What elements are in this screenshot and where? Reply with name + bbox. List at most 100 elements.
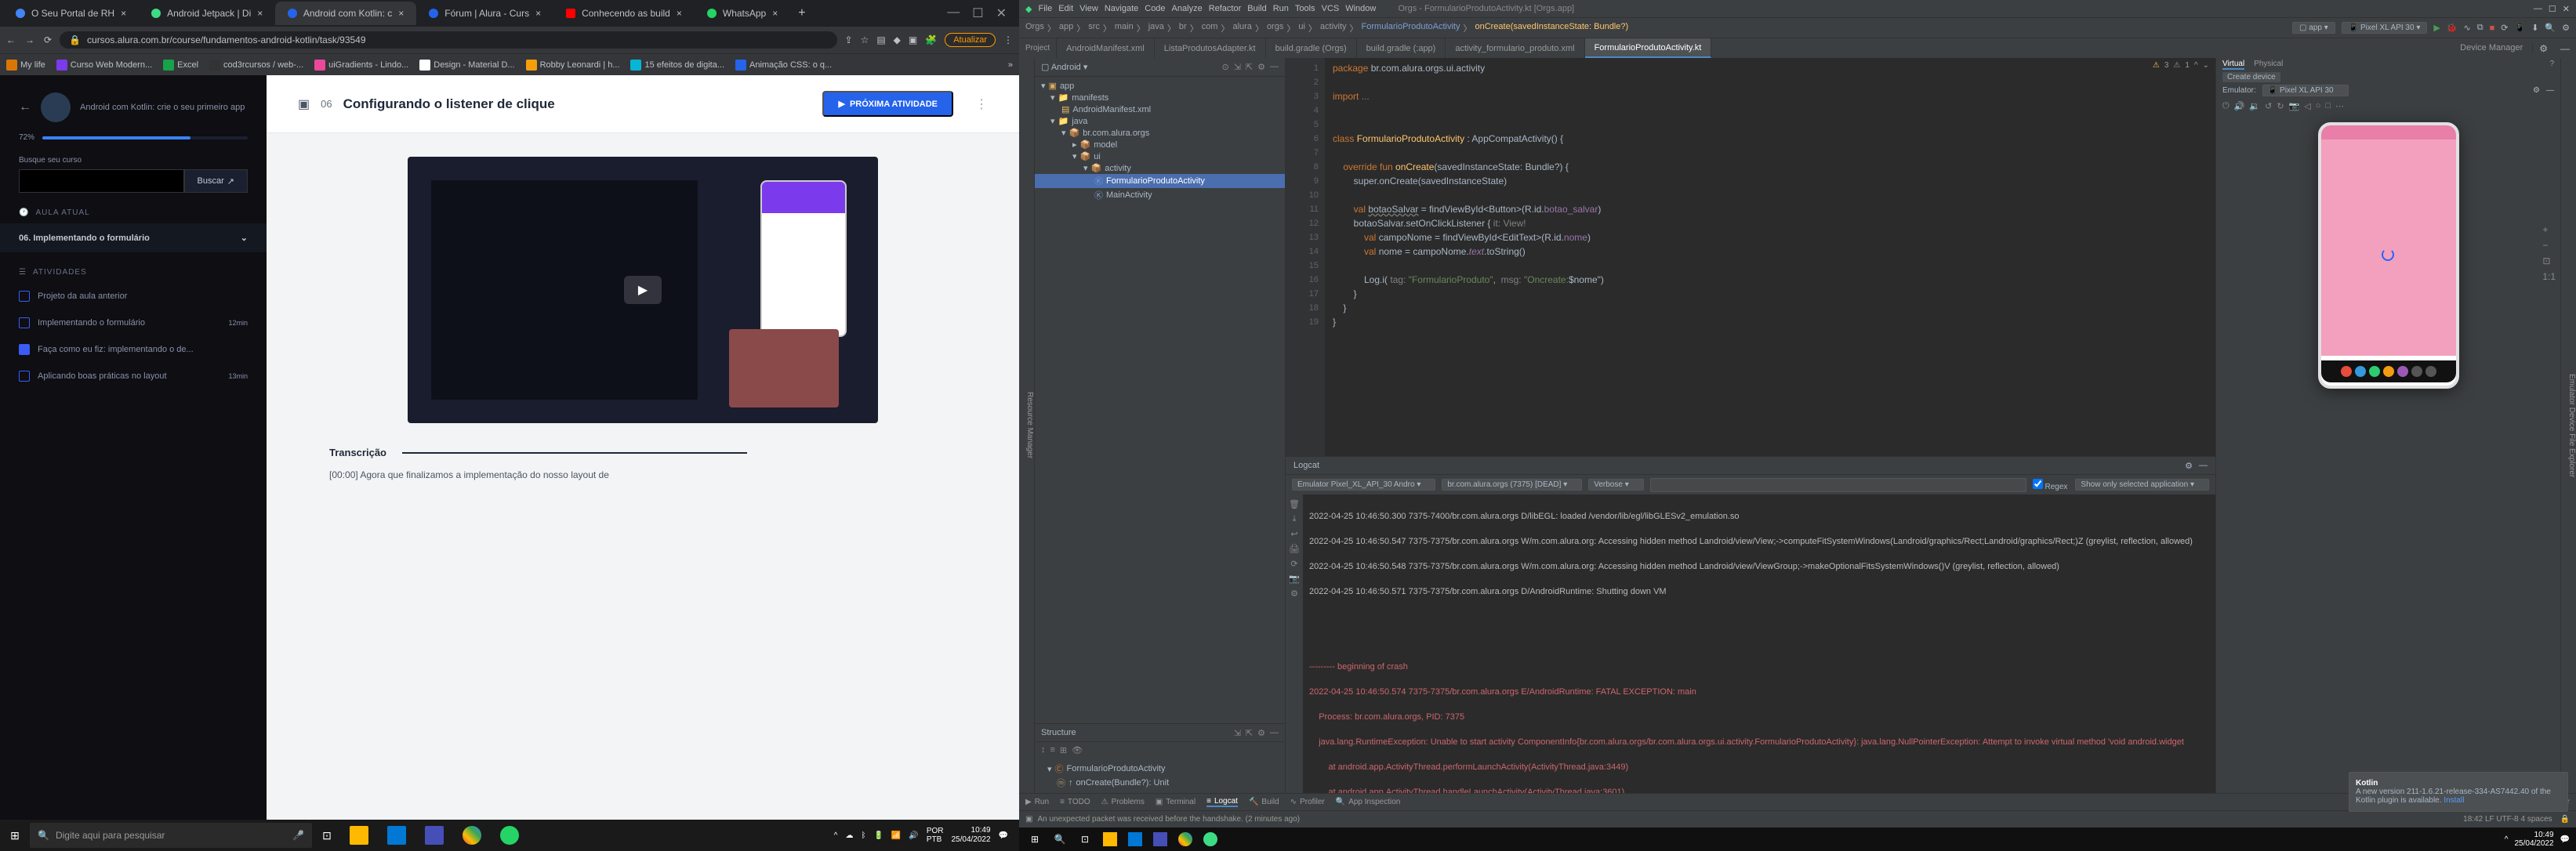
- run-icon[interactable]: ▶: [2433, 23, 2440, 33]
- browser-tab[interactable]: Fórum | Alura - Curs×: [416, 2, 553, 25]
- editor-tab-active[interactable]: FormularioProdutoActivity.kt: [1585, 38, 1712, 58]
- structure-class[interactable]: ▾ Ⓒ FormularioProdutoActivity: [1041, 762, 1279, 776]
- wifi-icon[interactable]: 📶: [891, 831, 901, 840]
- settings-icon[interactable]: ⚙: [1290, 588, 1298, 599]
- editor-tab[interactable]: AndroidManifest.xml: [1057, 38, 1155, 58]
- tree-item[interactable]: ▾ 📁 manifests: [1035, 92, 1285, 103]
- terminal-tool-tab[interactable]: ▣Terminal: [1156, 798, 1195, 806]
- device-select[interactable]: 📱 Pixel XL API 30 ▾: [2342, 22, 2428, 34]
- browser-tab-active[interactable]: Android com Kotlin: c×: [275, 2, 416, 25]
- bookmark-item[interactable]: Excel: [163, 60, 198, 71]
- reload-icon[interactable]: ⟳: [44, 34, 52, 45]
- taskbar-app-teams[interactable]: [417, 820, 452, 851]
- collapse-icon[interactable]: ⇱: [1246, 62, 1253, 72]
- task-view-icon[interactable]: ⊡: [315, 824, 339, 847]
- tree-item[interactable]: ▾ 📦 ui: [1035, 150, 1285, 162]
- bookmark-item[interactable]: cod3rcursos / web-...: [209, 60, 303, 71]
- onedrive-icon[interactable]: ☁: [845, 831, 853, 840]
- menu-view[interactable]: View: [1079, 4, 1098, 13]
- tree-item[interactable]: ▾ 📦 activity: [1035, 162, 1285, 174]
- share-icon[interactable]: ⇪: [845, 34, 853, 45]
- maximize-icon[interactable]: ☐: [972, 5, 983, 21]
- volume-up-icon[interactable]: 🔊: [2234, 101, 2245, 111]
- notification-icon[interactable]: 💬: [2560, 835, 2570, 844]
- taskbar-app-explorer[interactable]: [1101, 830, 1119, 849]
- minimize-icon[interactable]: —: [2534, 4, 2542, 14]
- menu-window[interactable]: Window: [1345, 4, 1376, 13]
- level-filter-select[interactable]: Verbose ▾: [1588, 479, 1644, 491]
- screenshot-icon[interactable]: 📷: [2289, 101, 2300, 111]
- regex-checkbox[interactable]: Regex: [2033, 479, 2068, 491]
- tree-item-selected[interactable]: Ⓚ FormularioProdutoActivity: [1035, 174, 1285, 188]
- menu-tools[interactable]: Tools: [1295, 4, 1315, 13]
- sort-icon[interactable]: ↕: [1041, 745, 1046, 755]
- home-icon[interactable]: ○: [2316, 101, 2321, 111]
- video-player[interactable]: ▶: [408, 157, 878, 423]
- taskbar-app-outlook[interactable]: [1126, 830, 1145, 849]
- taskbar-app-outlook[interactable]: [379, 820, 414, 851]
- forward-icon[interactable]: →: [25, 34, 34, 45]
- zoom-actual-icon[interactable]: 1:1: [2542, 271, 2556, 282]
- reader-icon[interactable]: ▤: [876, 34, 885, 45]
- overview-icon[interactable]: □: [2325, 101, 2331, 111]
- filter-icon[interactable]: ≡: [1050, 745, 1055, 755]
- problems-tool-tab[interactable]: ⚠Problems: [1101, 798, 1145, 806]
- gear-icon[interactable]: ⚙: [1257, 728, 1265, 738]
- browser-tab[interactable]: WhatsApp×: [695, 2, 790, 25]
- logcat-output[interactable]: 2022-04-25 10:46:50.300 7375-7400/br.com…: [1303, 494, 2215, 793]
- current-lesson-item[interactable]: 06. Implementando o formulário⌄: [0, 223, 267, 252]
- virtual-tab[interactable]: Virtual: [2222, 60, 2244, 70]
- inspection-badge[interactable]: ⚠3 ⚠1 ^⌄: [2153, 61, 2209, 70]
- extension-icon[interactable]: ◆: [894, 34, 901, 45]
- device-manager-tab[interactable]: Device Manager: [2451, 43, 2533, 53]
- hide-icon[interactable]: —: [2199, 461, 2208, 470]
- hide-icon[interactable]: —: [2554, 43, 2576, 54]
- profile-icon[interactable]: ∿: [2464, 23, 2471, 33]
- power-icon[interactable]: ⏻: [2222, 101, 2230, 111]
- editor-tab[interactable]: ListaProdutosAdapter.kt: [1155, 38, 1266, 58]
- zoom-in-icon[interactable]: +: [2542, 224, 2556, 235]
- menu-build[interactable]: Build: [1247, 4, 1266, 13]
- taskbar-app-teams[interactable]: [1151, 830, 1170, 849]
- code-editor[interactable]: 12345678910111213141516171819 package pa…: [1286, 58, 2215, 456]
- browser-tab[interactable]: O Seu Portal de RH×: [3, 2, 139, 25]
- start-menu-icon[interactable]: ⊞: [3, 824, 27, 847]
- activity-item[interactable]: Projeto da aula anterior: [0, 283, 267, 310]
- update-button[interactable]: Atualizar: [945, 33, 996, 47]
- notification-icon[interactable]: 💬: [999, 831, 1008, 840]
- logcat-tool-tab[interactable]: ≡Logcat: [1206, 797, 1238, 807]
- tree-item[interactable]: ▾ 📁 java: [1035, 115, 1285, 127]
- volume-down-icon[interactable]: 🔉: [2249, 101, 2260, 111]
- build-tool-tab[interactable]: 🔨Build: [1249, 798, 1279, 806]
- close-icon[interactable]: ×: [677, 8, 682, 19]
- taskbar-app-chrome[interactable]: [1176, 830, 1195, 849]
- bluetooth-icon[interactable]: ᛒ: [861, 831, 865, 840]
- hide-icon[interactable]: —: [1270, 728, 1279, 738]
- project-tool-tab[interactable]: Project: [1019, 38, 1057, 58]
- taskbar-app-explorer[interactable]: [342, 820, 376, 851]
- show-icon[interactable]: 👁: [1072, 745, 1083, 755]
- task-view-icon[interactable]: ⊡: [1076, 830, 1094, 849]
- logcat-search-input[interactable]: [1650, 478, 2026, 492]
- screenshot-icon[interactable]: 📷: [1289, 574, 1300, 584]
- menu-edit[interactable]: Edit: [1058, 4, 1073, 13]
- tree-item[interactable]: Ⓚ MainActivity: [1035, 188, 1285, 202]
- extension-icon[interactable]: ▣: [909, 34, 917, 45]
- more-options-icon[interactable]: ⋮: [975, 96, 988, 112]
- browser-tab[interactable]: Android Jetpack | Di×: [139, 2, 275, 25]
- taskbar-clock[interactable]: 10:49 25/04/2022: [2514, 831, 2553, 848]
- start-menu-icon[interactable]: ⊞: [1025, 830, 1044, 849]
- activity-item[interactable]: Faça como eu fiz: implementando o de...: [0, 336, 267, 363]
- restart-icon[interactable]: ⟳: [1290, 559, 1297, 569]
- lock-icon[interactable]: 🔒: [2560, 815, 2570, 824]
- device-filter-select[interactable]: Emulator Pixel_XL_API_30 Andro ▾: [1292, 479, 1435, 491]
- tree-item[interactable]: ▤ AndroidManifest.xml: [1035, 103, 1285, 115]
- volume-icon[interactable]: 🔊: [909, 831, 918, 840]
- breadcrumb[interactable]: Orgs〉app〉src〉main〉java〉br〉com〉alura〉orgs…: [1025, 22, 1628, 34]
- package-filter-select[interactable]: br.com.alura.orgs (7375) [DEAD] ▾: [1442, 479, 1582, 491]
- kotlin-update-notification[interactable]: Kotlin A new version 211-1.6.21-release-…: [2349, 772, 2568, 812]
- bookmark-item[interactable]: Animação CSS: o q...: [735, 60, 832, 71]
- course-search-button[interactable]: Buscar ↗: [184, 169, 248, 193]
- bookmark-item[interactable]: Curso Web Modern...: [56, 60, 152, 71]
- editor-tab[interactable]: build.gradle (:app): [1357, 38, 1446, 58]
